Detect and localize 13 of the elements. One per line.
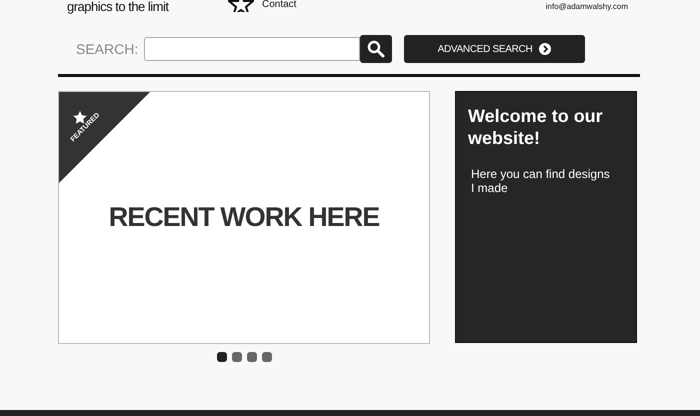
star-icon [228,0,254,12]
contact-link[interactable]: Contact [262,0,296,9]
welcome-title: Welcome to our website! [468,105,604,149]
welcome-text: Here you can find designs I made [471,167,611,195]
search-field[interactable] [144,37,360,61]
search-icon [367,40,385,58]
search-label: SEARCH: [76,41,140,57]
advanced-search-button[interactable]: ADVANCED SEARCH [404,35,585,63]
email-address: info@adamwalshy.com [546,3,628,11]
chevron-right-icon [539,43,552,55]
slide-headline: RECENT WORK HERE [108,202,380,233]
tagline: graphics to the limit [67,0,170,13]
search-button[interactable] [360,35,392,63]
